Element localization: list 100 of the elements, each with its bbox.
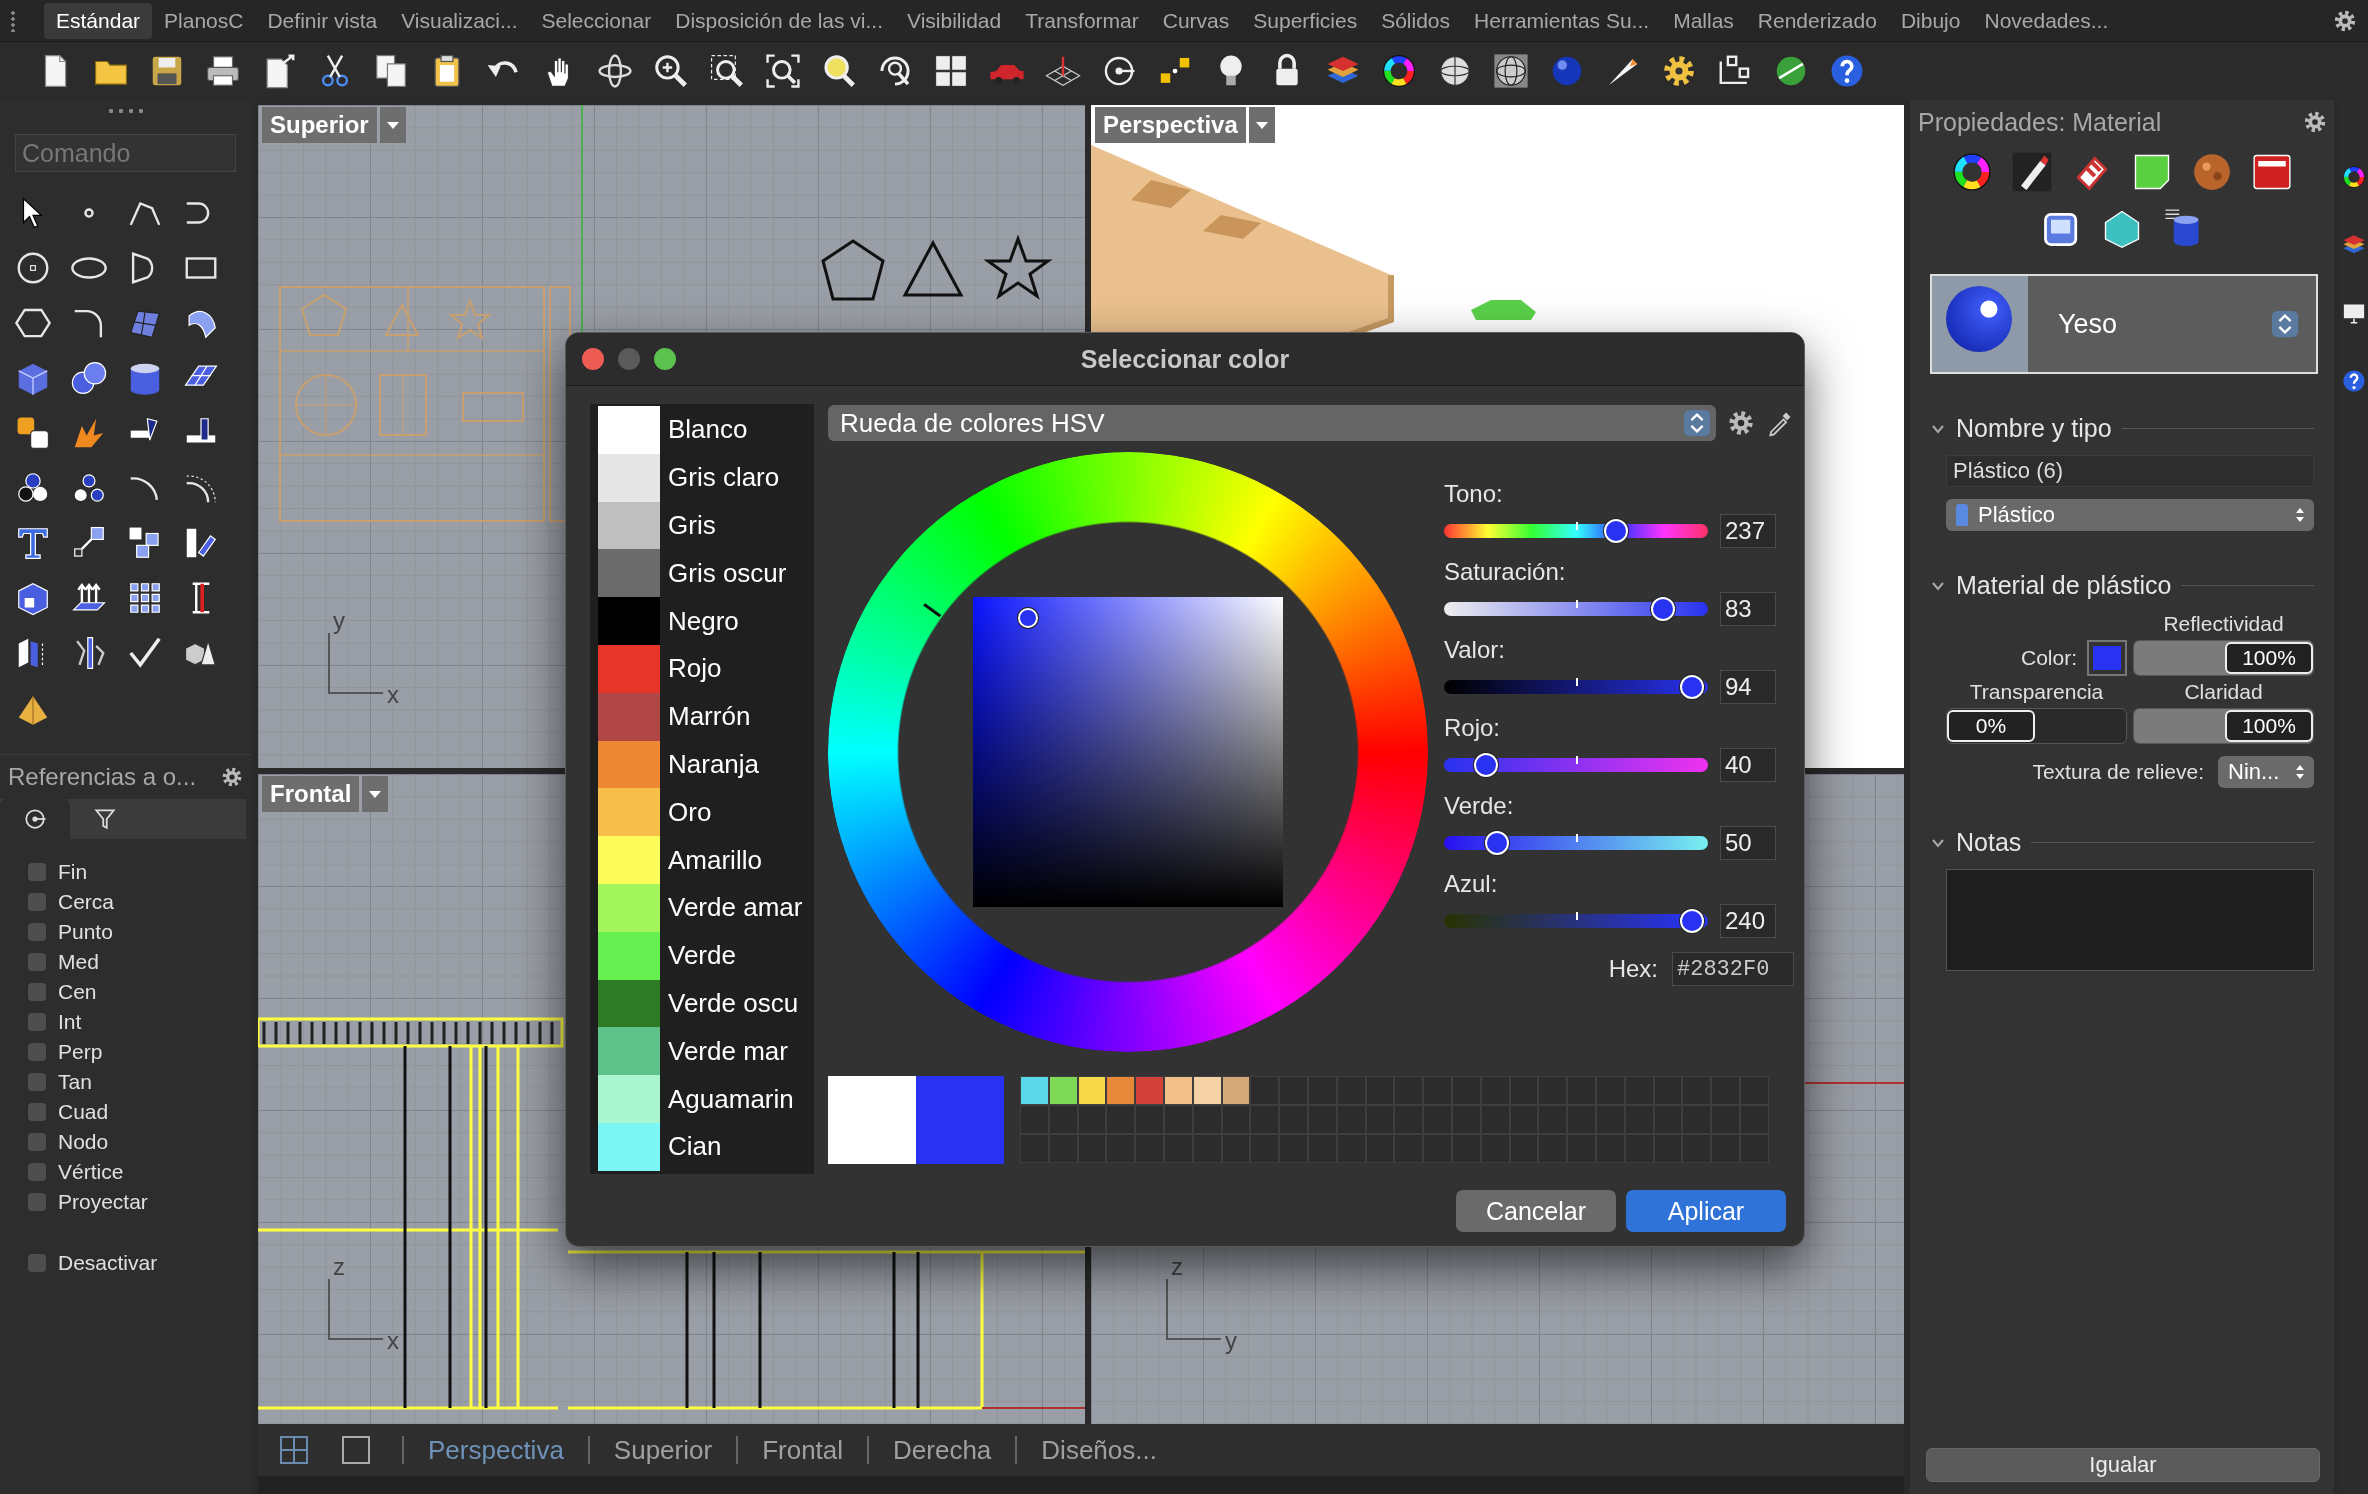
dropdown-caret-icon[interactable] [379,107,406,143]
checkbox[interactable] [28,1103,46,1121]
texture-dropdown[interactable]: Nin... [2218,756,2314,788]
cancel-button[interactable]: Cancelar [1456,1190,1616,1232]
notes-field[interactable] [1946,869,2314,971]
toolbar-tab[interactable]: Curvas [1150,2,1242,39]
value-field[interactable]: 40 [1720,748,1776,782]
color-list-item[interactable]: Verde oscu [598,979,814,1028]
color-list-item[interactable]: Blanco [598,406,814,454]
toolbar-tab[interactable]: Mallas [1661,2,1746,39]
viewport-title[interactable]: Superior [262,107,377,143]
toolbar-tab[interactable]: Novedades... [1972,2,2121,39]
color-wheel-icon[interactable] [1950,150,1994,194]
value-field[interactable]: 50 [1720,826,1776,860]
color-wheel-icon[interactable] [2341,164,2367,190]
checkbox[interactable] [28,953,46,971]
viewport-tab[interactable]: Derecha [893,1434,992,1466]
toolbar-tab[interactable]: Disposición de las vi... [663,2,895,39]
color-swatch[interactable] [2087,640,2127,676]
color-slider[interactable] [1444,518,1708,544]
orbit-icon[interactable] [596,52,634,90]
section-title[interactable]: Material de plástico [1956,571,2172,600]
stepper-icon[interactable] [2270,309,2300,339]
color-list-item[interactable]: Gris oscur [598,549,814,598]
settings-icon[interactable] [1726,408,1756,438]
color-list-item[interactable]: Verde amar [598,883,814,932]
color-list-item[interactable]: Negro [598,597,814,645]
name-field[interactable]: Plástico (6) [1946,455,2314,487]
color-list-item[interactable]: Amarillo [598,836,814,884]
color-slider[interactable] [1444,674,1708,700]
color-list-item[interactable]: Verde mar [598,1027,814,1076]
type-dropdown[interactable]: Plástico [1946,499,2314,531]
apply-button[interactable]: Aplicar [1626,1190,1786,1232]
toolbar-tab[interactable]: PlanosC [152,2,256,39]
hex-field[interactable]: #2832F0 [1672,952,1794,986]
color-slider[interactable] [1444,596,1708,622]
viewport-tab[interactable]: Superior [613,1434,713,1466]
viewport-tab[interactable]: Diseños... [1041,1434,1157,1466]
slider[interactable]: 100% [2133,640,2314,676]
color-slider[interactable] [1444,908,1708,934]
command-field[interactable]: Comando [15,134,236,172]
color-wheel-icon[interactable] [1380,52,1418,90]
color-slider[interactable] [1444,830,1708,856]
saturation-value-square[interactable] [973,597,1283,907]
toolbar-tab[interactable]: Estándar [44,2,153,39]
settings-icon[interactable] [220,765,244,789]
color-list-item[interactable]: Gris claro [598,453,814,502]
toolbar-tab[interactable]: Seleccionar [529,2,664,39]
value-field[interactable]: 83 [1720,592,1776,626]
checkbox[interactable] [28,1073,46,1091]
zoom-in-icon[interactable] [652,52,690,90]
toolbar-tab[interactable]: Sólidos [1369,2,1463,39]
match-button[interactable]: Igualar [1926,1448,2320,1482]
close-button[interactable] [582,348,604,370]
section-title[interactable]: Notas [1956,828,2022,857]
dropdown-caret-icon[interactable] [1248,107,1275,143]
toolbar-tab[interactable]: Visibilidad [895,2,1014,39]
color-swatch[interactable] [1135,1076,1164,1105]
color-swatch[interactable] [1164,1076,1193,1105]
color-list-item[interactable]: Marrón [598,692,814,741]
checkbox[interactable] [28,1043,46,1061]
four-viewports-icon[interactable] [932,52,970,90]
material-selector[interactable]: Yeso [1930,274,2318,374]
toolbar-tab[interactable]: Transformar [1013,2,1151,39]
color-swatch[interactable] [1192,1076,1222,1105]
viewport-title[interactable]: Perspectiva [1095,107,1246,143]
toolbar-tab[interactable]: Dibujo [1888,2,1973,39]
color-swatch[interactable] [1106,1076,1136,1105]
color-swatch[interactable] [1020,1076,1049,1105]
viewport-title[interactable]: Frontal [262,776,360,812]
single-viewport-icon[interactable] [340,1434,372,1466]
color-swatch[interactable] [1077,1076,1107,1105]
toolbar-tab[interactable]: Superficies [1241,2,1370,39]
paint-tube-icon[interactable] [2010,150,2054,194]
slider[interactable]: 100% [2133,708,2314,744]
checkbox[interactable] [28,1133,46,1151]
color-list-item[interactable]: Rojo [598,645,814,693]
color-list-item[interactable]: Aguamarin [598,1075,814,1123]
viewport-tab[interactable]: Perspectiva [428,1434,564,1466]
slider[interactable]: 0% [1946,708,2127,744]
viewport-tab[interactable]: Frontal [762,1434,844,1466]
value-field[interactable]: 94 [1720,670,1776,704]
color-list-item[interactable]: Verde [598,931,814,980]
color-swatch[interactable] [1048,1076,1078,1105]
color-list-item[interactable]: Cian [598,1122,814,1171]
dropdown-caret-icon[interactable] [362,776,389,812]
color-slider[interactable] [1444,752,1708,778]
drag-handle-icon[interactable] [10,9,16,32]
value-field[interactable]: 237 [1720,514,1776,548]
toolbar-tab[interactable]: Herramientas Su... [1462,2,1662,39]
color-list-item[interactable]: Gris [598,501,814,550]
checkbox[interactable] [28,893,46,911]
toolbar-tab[interactable]: Renderizado [1745,2,1889,39]
toolbar-tab[interactable]: Definir vista [255,2,390,39]
toolbar-tab[interactable]: Visualizaci... [389,2,530,39]
checkbox[interactable] [28,923,46,941]
color-list-item[interactable]: Oro [598,788,814,837]
zoom-button[interactable] [654,348,676,370]
checkbox[interactable] [28,1254,46,1272]
section-title[interactable]: Nombre y tipo [1956,414,2112,443]
